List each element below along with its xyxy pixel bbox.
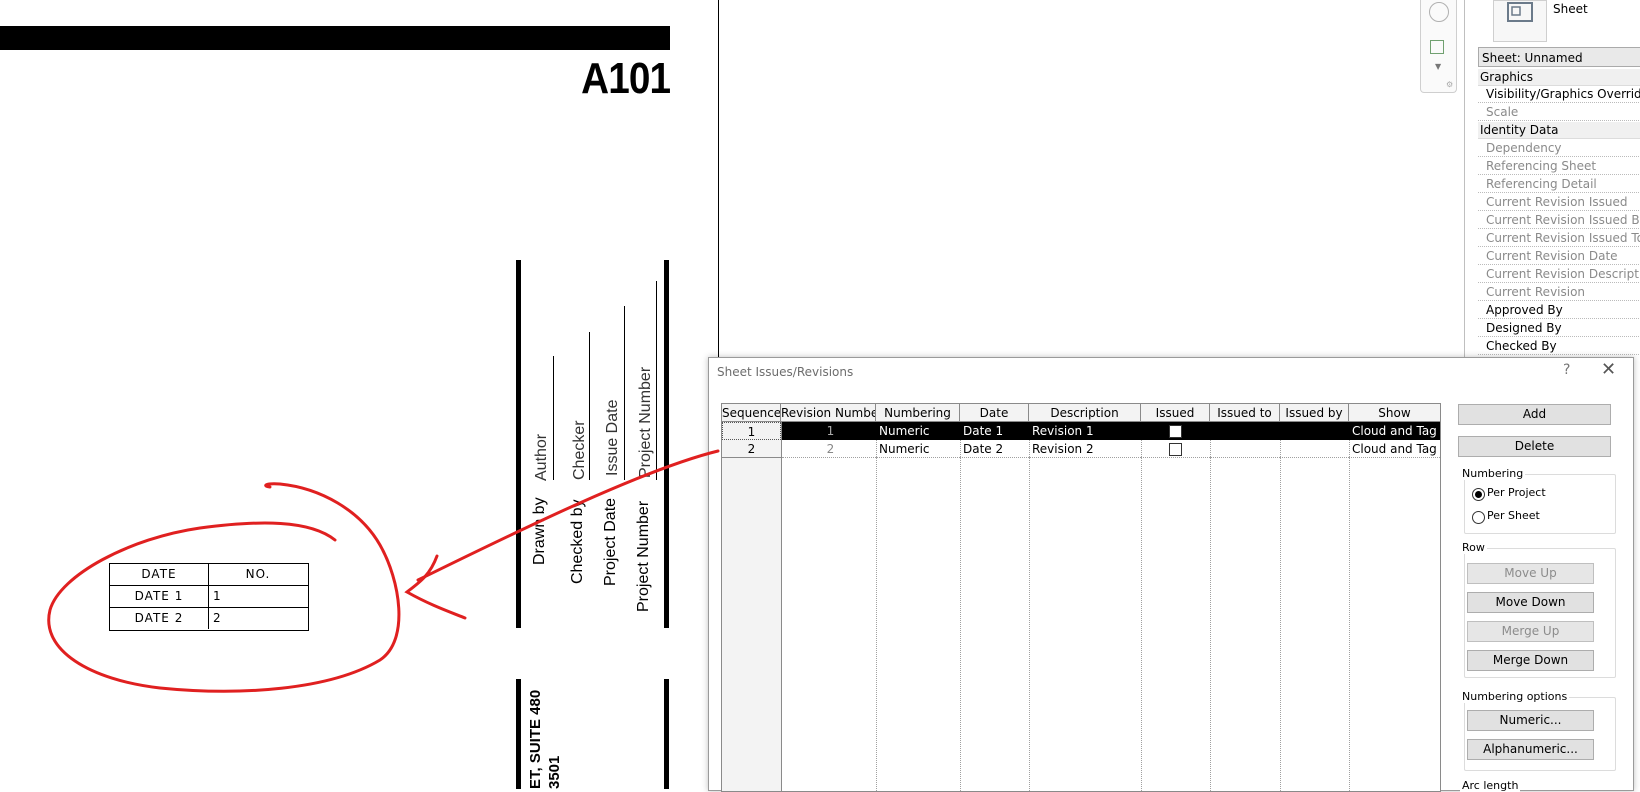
red-annotation-overlay: [47, 449, 720, 693]
arrow-head-annotation: [404, 554, 467, 620]
arrow-shaft-annotation: [416, 449, 720, 582]
circle-annotation: [47, 482, 401, 693]
